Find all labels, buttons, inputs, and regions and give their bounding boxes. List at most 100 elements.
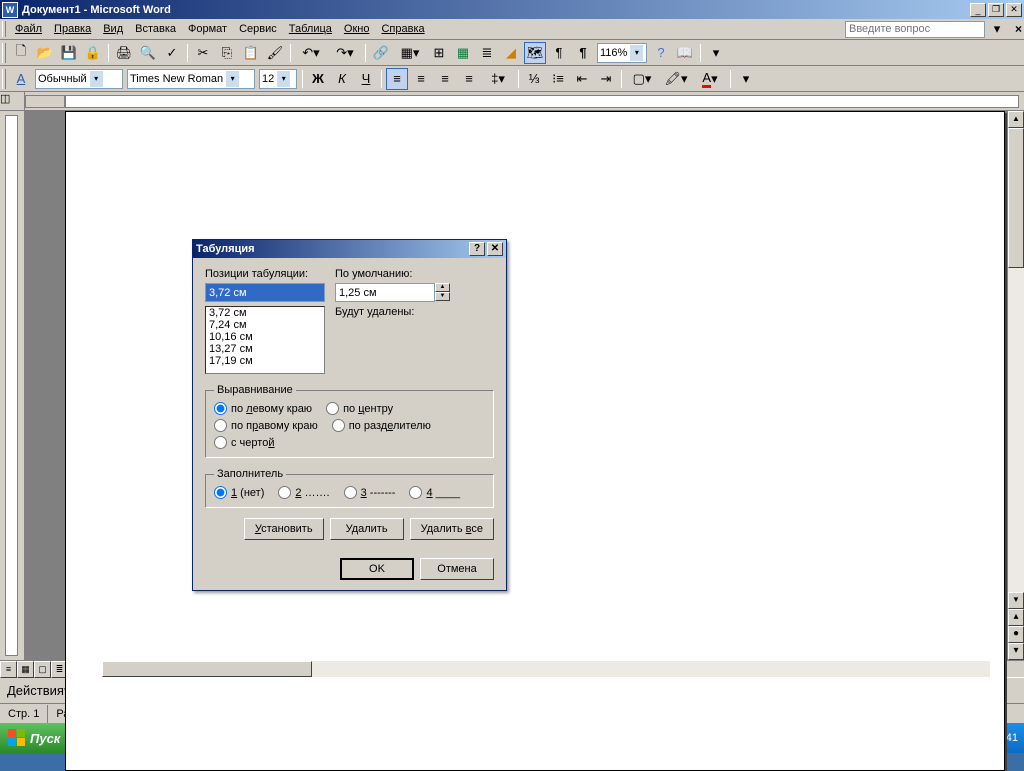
align-center-radio[interactable]: по центру	[326, 402, 393, 415]
prev-page-button[interactable]: ▴	[1008, 609, 1024, 626]
read-mode-icon[interactable]: 📖	[674, 42, 696, 64]
open-icon[interactable]: 📂	[34, 42, 56, 64]
columns-icon[interactable]: ≣	[476, 42, 498, 64]
leader-dashes-radio[interactable]: 3 -------	[344, 486, 396, 499]
clear-all-button[interactable]: Удалить все	[410, 518, 494, 540]
cut-icon[interactable]: ✂	[192, 42, 214, 64]
help-icon[interactable]: ?	[650, 42, 672, 64]
list-item[interactable]: 10,16 см	[206, 331, 324, 343]
menu-view[interactable]: Вид	[97, 21, 129, 37]
align-right-icon[interactable]: ≡	[434, 68, 456, 90]
horizontal-ruler[interactable]	[25, 92, 1024, 110]
document-area[interactable]: Табуляция ? ✕ Позиции табуляции: 3,72 см…	[25, 111, 1007, 660]
font-size-combo[interactable]: 12▾	[259, 69, 297, 89]
spellcheck-icon[interactable]: ✓	[161, 42, 183, 64]
print-layout-button[interactable]: ▢	[34, 661, 51, 678]
bold-icon[interactable]: Ж	[307, 68, 329, 90]
toolbar-grip[interactable]	[2, 43, 6, 63]
tables-borders-icon[interactable]: ▦▾	[394, 42, 426, 64]
numbering-icon[interactable]: ⅓	[523, 68, 545, 90]
list-item[interactable]: 3,72 см	[206, 307, 324, 319]
help-dropdown[interactable]: ▾	[986, 18, 1008, 40]
align-bar-radio[interactable]: с чертой	[214, 436, 274, 449]
highlight-icon[interactable]: 🖍▾	[660, 68, 692, 90]
minimize-button[interactable]: _	[970, 3, 986, 17]
web-view-button[interactable]: ▦	[17, 661, 34, 678]
list-item[interactable]: 17,19 см	[206, 355, 324, 367]
leader-underline-radio[interactable]: 4 ____	[409, 486, 460, 499]
leader-none-radio[interactable]: 1 (нет)	[214, 486, 264, 499]
leader-dots-radio[interactable]: 2 …….	[278, 486, 329, 499]
show-formatting-icon[interactable]: ¶	[548, 42, 570, 64]
menu-help[interactable]: Справка	[375, 21, 430, 37]
bullets-icon[interactable]: ⁝≡	[547, 68, 569, 90]
hscroll-thumb[interactable]	[102, 661, 312, 677]
draw-actions-menu[interactable]: Действия ▾	[3, 680, 75, 702]
new-doc-icon[interactable]: 🗋	[10, 42, 32, 64]
increase-indent-icon[interactable]: ⇥	[595, 68, 617, 90]
restore-button[interactable]: ❐	[988, 3, 1004, 17]
spin-down[interactable]: ▼	[435, 292, 450, 301]
font-combo[interactable]: Times New Roman▾	[127, 69, 255, 89]
copy-icon[interactable]: ⎘	[216, 42, 238, 64]
dialog-help-button[interactable]: ?	[469, 242, 485, 256]
start-button[interactable]: Пуск	[0, 723, 74, 753]
list-item[interactable]: 7,24 см	[206, 319, 324, 331]
scroll-up-button[interactable]: ▲	[1008, 111, 1024, 128]
menu-file[interactable]: Файл	[9, 21, 48, 37]
borders-icon[interactable]: ▢▾	[626, 68, 658, 90]
normal-view-button[interactable]: ≡	[0, 661, 17, 678]
align-left-icon[interactable]: ≡	[386, 68, 408, 90]
scroll-down-button[interactable]: ▼	[1008, 592, 1024, 609]
menu-format[interactable]: Формат	[182, 21, 233, 37]
clear-button[interactable]: Удалить	[330, 518, 404, 540]
excel-icon[interactable]: ▦	[452, 42, 474, 64]
set-button[interactable]: Установить	[244, 518, 324, 540]
tab-position-input[interactable]	[205, 283, 325, 302]
hscroll-track[interactable]	[102, 661, 990, 677]
dialog-close-button[interactable]: ✕	[487, 242, 503, 256]
dialog-titlebar[interactable]: Табуляция ? ✕	[193, 240, 506, 258]
cancel-button[interactable]: Отмена	[420, 558, 494, 580]
styles-pane-icon[interactable]: A	[10, 68, 32, 90]
next-page-button[interactable]: ▾	[1008, 643, 1024, 660]
menu-window[interactable]: Окно	[338, 21, 376, 37]
select-browse-button[interactable]: ●	[1008, 626, 1024, 643]
insert-table-icon[interactable]: ⊞	[428, 42, 450, 64]
save-icon[interactable]: 💾	[58, 42, 80, 64]
align-decimal-radio[interactable]: по разделителю	[332, 419, 431, 432]
align-left-radio[interactable]: по левому краю	[214, 402, 312, 415]
align-center-icon[interactable]: ≡	[410, 68, 432, 90]
default-tab-spinner[interactable]: ▲▼	[335, 283, 450, 302]
vertical-ruler[interactable]	[0, 111, 25, 660]
align-justify-icon[interactable]: ≡	[458, 68, 480, 90]
menu-tools[interactable]: Сервис	[233, 21, 283, 37]
menu-table[interactable]: Таблица	[283, 21, 338, 37]
redo-icon[interactable]: ↷▾	[329, 42, 361, 64]
list-item[interactable]: 13,27 см	[206, 343, 324, 355]
tab-position-list[interactable]: 3,72 см 7,24 см 10,16 см 13,27 см 17,19 …	[205, 306, 325, 374]
paste-icon[interactable]: 📋	[240, 42, 262, 64]
align-right-radio[interactable]: по правому краю	[214, 419, 318, 432]
drawing-icon[interactable]: ◢	[500, 42, 522, 64]
style-combo[interactable]: Обычный▾	[35, 69, 123, 89]
help-search-input[interactable]	[845, 21, 985, 38]
font-color-icon[interactable]: A▾	[694, 68, 726, 90]
close-button[interactable]: ✕	[1006, 3, 1022, 17]
ok-button[interactable]: OK	[340, 558, 414, 580]
toolbar-options-icon[interactable]: ▾	[705, 42, 727, 64]
print-icon[interactable]: 🖨	[113, 42, 135, 64]
doc-map-icon[interactable]: 🗺	[524, 42, 546, 64]
scroll-thumb[interactable]	[1008, 128, 1024, 268]
menu-insert[interactable]: Вставка	[129, 21, 182, 37]
permission-icon[interactable]: 🔒	[82, 42, 104, 64]
underline-icon[interactable]: Ч	[355, 68, 377, 90]
format-painter-icon[interactable]: 🖌	[264, 42, 286, 64]
default-tab-input[interactable]	[335, 283, 435, 302]
toolbar-grip-2[interactable]	[2, 69, 6, 89]
doc-close-button[interactable]: ×	[1015, 22, 1022, 36]
print-preview-icon[interactable]: 🔍	[137, 42, 159, 64]
menubar-grip[interactable]	[2, 21, 6, 37]
menu-edit[interactable]: Правка	[48, 21, 97, 37]
spin-up[interactable]: ▲	[435, 283, 450, 292]
